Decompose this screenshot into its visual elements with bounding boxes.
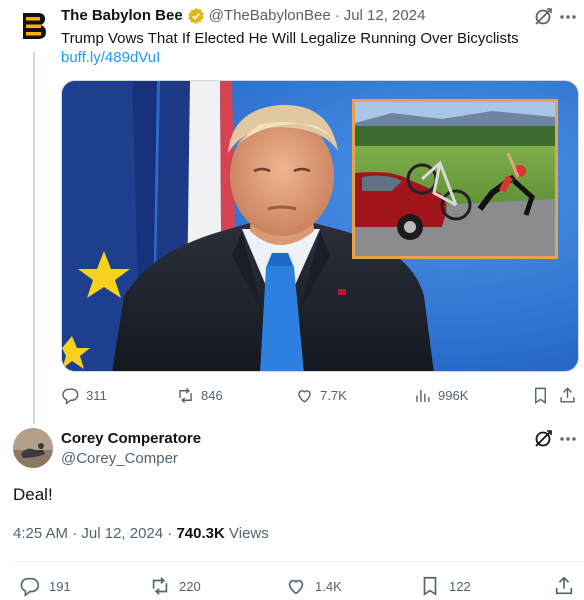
reply-author-name[interactable]: Corey Comperatore — [61, 429, 201, 449]
views-button[interactable]: 996K — [413, 384, 468, 406]
reply-views-count: 740.3K — [176, 525, 225, 542]
more-icon[interactable] — [556, 6, 580, 28]
views-icon — [416, 389, 430, 402]
share-button[interactable] — [558, 384, 583, 406]
like-button[interactable]: 7.7K — [295, 384, 347, 406]
like-button[interactable]: 1.4K — [285, 574, 342, 598]
reply-views-label: Views — [229, 525, 269, 542]
reply-date[interactable]: Jul 12, 2024 — [81, 525, 163, 542]
reply-button[interactable]: 311 — [61, 384, 107, 406]
reply-icon — [20, 577, 40, 597]
bookmark-icon — [535, 387, 546, 404]
repost-count: 846 — [201, 387, 223, 403]
repost-icon — [179, 387, 192, 403]
share-button[interactable] — [553, 574, 583, 598]
tweet-link[interactable]: buff.ly/489dVuI — [61, 48, 160, 68]
reply-text: Deal! — [13, 485, 53, 504]
like-count: 1.4K — [315, 578, 342, 594]
repost-count: 220 — [179, 578, 201, 594]
grok-icon[interactable] — [532, 6, 554, 28]
like-count: 7.7K — [320, 387, 347, 403]
bookmark-count: 122 — [449, 578, 471, 594]
reply-time[interactable]: 4:25 AM — [13, 525, 68, 542]
repost-button[interactable]: 220 — [149, 574, 201, 598]
repost-button[interactable]: 846 — [176, 384, 223, 406]
thread-connector-line — [33, 52, 35, 424]
reply-button[interactable]: 191 — [19, 574, 71, 598]
views-count: 996K — [438, 387, 469, 403]
bookmark-button[interactable]: 122 — [419, 574, 471, 598]
reply-meta: 4:25 AM · Jul 12, 2024 · 740.3K Views — [13, 524, 269, 544]
babylon-bee-avatar[interactable] — [14, 6, 54, 46]
verified-badge-icon[interactable] — [187, 7, 205, 25]
bookmark-icon — [423, 576, 437, 596]
reply-icon — [62, 387, 79, 405]
grok-icon[interactable] — [532, 428, 554, 450]
dot-separator: · — [334, 7, 340, 24]
reply-count: 311 — [86, 387, 107, 403]
corey-avatar[interactable] — [13, 428, 53, 468]
tweet-text: Trump Vows That If Elected He Will Legal… — [61, 30, 519, 47]
tweet-header: The Babylon Bee @TheBabylonBee · Jul 12,… — [61, 6, 425, 26]
bookmark-button[interactable] — [531, 384, 556, 406]
repost-icon — [152, 577, 168, 595]
reply-action-bar: 191 220 1.4K 122 — [13, 574, 578, 598]
tweet-media-image[interactable] — [61, 80, 579, 372]
divider — [13, 561, 584, 562]
babylon-bee-logo — [18, 10, 50, 42]
like-icon — [298, 389, 311, 403]
dot-separator: · — [72, 525, 78, 542]
more-icon[interactable] — [556, 428, 580, 450]
reply-count: 191 — [49, 578, 71, 594]
tweet-date[interactable]: Jul 12, 2024 — [344, 6, 426, 26]
share-icon — [560, 386, 575, 403]
author-name[interactable]: The Babylon Bee — [61, 6, 183, 26]
dot-separator: · — [167, 525, 173, 542]
tweet-action-bar: 311 846 7.7K 996K — [61, 384, 579, 406]
author-handle[interactable]: @TheBabylonBee — [209, 6, 331, 26]
like-icon — [288, 579, 304, 595]
reply-author-handle[interactable]: @Corey_Comper — [61, 449, 178, 469]
share-icon — [555, 576, 573, 595]
